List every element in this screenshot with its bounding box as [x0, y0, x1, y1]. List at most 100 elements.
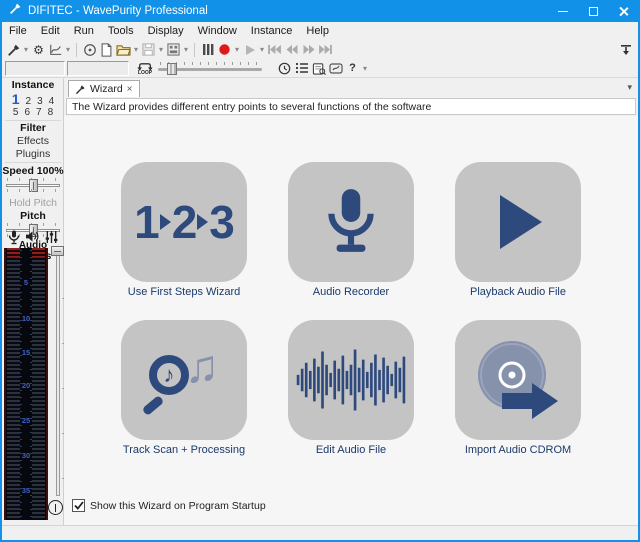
save-file-icon[interactable]	[140, 42, 157, 58]
tab-close-icon[interactable]: ×	[127, 84, 133, 95]
slider-thumb[interactable]	[167, 63, 177, 75]
minimize-icon	[558, 11, 568, 12]
instance-6[interactable]: 6	[24, 107, 30, 118]
toolbar-main: ▾ ⚙ ▾ ▾ ▾ ▾ ▾ ▾	[2, 40, 638, 59]
first-steps-123-icon: 1 2 3	[134, 195, 234, 249]
db-tick: 35	[20, 486, 32, 495]
menu-display[interactable]: Display	[141, 22, 191, 40]
wizard-wand-icon[interactable]	[5, 42, 22, 58]
curve-dropdown-icon[interactable]: ▾	[64, 45, 72, 54]
speed-slider[interactable]	[6, 178, 60, 192]
instance-5[interactable]: 5	[13, 107, 19, 118]
tab-list-dropdown-icon[interactable]: ▾	[627, 82, 632, 93]
meter-right-channel	[32, 248, 45, 520]
edit-audio-button[interactable]	[288, 320, 414, 440]
meter-red-zone	[32, 248, 45, 257]
menu-file[interactable]: File	[2, 22, 34, 40]
status-bar	[2, 525, 638, 540]
hold-pitch-label: Hold Pitch	[2, 197, 64, 209]
instance-2[interactable]: 2	[26, 96, 32, 107]
maximize-button[interactable]	[578, 0, 608, 22]
tab-wizard[interactable]: Wizard ×	[68, 80, 140, 97]
instance-4[interactable]: 4	[49, 96, 55, 107]
speaker-device-icon[interactable]	[25, 230, 40, 248]
playlist-icon[interactable]	[293, 60, 310, 76]
first-steps-wizard-label: Use First Steps Wizard	[128, 286, 240, 298]
wizard-description: The Wizard provides different entry poin…	[66, 98, 636, 115]
startup-checkbox-label: Show this Wizard on Program Startup	[90, 500, 266, 512]
import-cdrom-label: Import Audio CDROM	[465, 444, 571, 456]
tab-wizard-label: Wizard	[90, 83, 123, 95]
minimize-button[interactable]	[548, 0, 578, 22]
menu-bar: File Edit Run Tools Display Window Insta…	[2, 22, 638, 40]
menu-help[interactable]: Help	[299, 22, 336, 40]
export-file-icon[interactable]	[165, 42, 182, 58]
batch-stamp-icon[interactable]	[327, 60, 344, 76]
new-file-icon[interactable]	[98, 42, 115, 58]
open-folder-icon[interactable]	[115, 42, 132, 58]
fast-forward-icon[interactable]	[300, 42, 317, 58]
instance-1[interactable]: 1	[12, 91, 20, 107]
title-bar: DIFITEC - WavePurity Professional	[2, 0, 638, 22]
microphone-device-icon[interactable]	[8, 230, 20, 248]
record-icon[interactable]	[216, 42, 233, 58]
record-dropdown-icon[interactable]: ▾	[233, 45, 241, 54]
wizard-panel: 1 2 3 Use First Steps Wizard	[64, 116, 638, 525]
meter-power-icon[interactable]	[48, 500, 63, 515]
play-icon[interactable]	[241, 42, 258, 58]
menu-instance[interactable]: Instance	[244, 22, 300, 40]
menu-edit[interactable]: Edit	[34, 22, 67, 40]
cd-disc-icon[interactable]	[81, 42, 98, 58]
rewind-icon[interactable]	[283, 42, 300, 58]
audio-recorder-label: Audio Recorder	[313, 286, 389, 298]
instance-7[interactable]: 7	[36, 107, 42, 118]
audio-recorder-button[interactable]	[288, 162, 414, 282]
menu-run[interactable]: Run	[67, 22, 101, 40]
skip-start-icon[interactable]	[266, 42, 283, 58]
db-tick: 15	[20, 348, 32, 357]
loop-button[interactable]: LOOP	[135, 62, 155, 75]
track-scan-label: Track Scan + Processing	[123, 444, 245, 456]
instance-8[interactable]: 8	[48, 107, 54, 118]
skip-end-icon[interactable]	[317, 42, 334, 58]
play-dropdown-icon[interactable]: ▾	[258, 45, 266, 54]
export-dropdown-icon[interactable]: ▾	[182, 45, 190, 54]
settings-gear-icon[interactable]: ⚙	[30, 42, 47, 58]
menu-tools[interactable]: Tools	[101, 22, 141, 40]
help-button[interactable]: ?	[344, 60, 361, 76]
effects-button[interactable]: Effects	[2, 135, 64, 147]
wizard-cell: ♫ ♪ Track Scan + Processing	[121, 320, 247, 456]
sidebar-divider	[5, 120, 61, 121]
meter-red-zone	[7, 248, 20, 257]
magnifier-note-icon: ♫ ♪	[141, 337, 227, 423]
sidebar-divider	[5, 162, 61, 163]
sidebar: Instance 1 2 3 4 5 6 7 8 Filter Effects …	[2, 78, 64, 525]
startup-checkbox-row[interactable]: Show this Wizard on Program Startup	[72, 499, 266, 512]
wand-icon	[75, 84, 86, 95]
dock-toolbar-icon[interactable]	[617, 42, 634, 58]
plugins-button[interactable]: Plugins	[2, 148, 64, 160]
curve-editor-icon[interactable]	[47, 42, 64, 58]
help-dropdown-icon[interactable]: ▾	[361, 64, 369, 73]
save-dropdown-icon[interactable]: ▾	[157, 45, 165, 54]
log-book-icon[interactable]	[310, 60, 327, 76]
loop-label: LOOP	[138, 71, 152, 75]
wizard-cell: Playback Audio File	[455, 162, 581, 298]
position-slider[interactable]	[158, 61, 262, 76]
menu-window[interactable]: Window	[191, 22, 244, 40]
first-steps-wizard-button[interactable]: 1 2 3	[121, 162, 247, 282]
wizard-cell: Audio Recorder	[288, 162, 414, 298]
instance-3[interactable]: 3	[37, 96, 43, 107]
volume-slider-thumb[interactable]	[51, 246, 64, 256]
import-cdrom-button[interactable]	[455, 320, 581, 440]
open-dropdown-icon[interactable]: ▾	[132, 45, 140, 54]
clock-icon[interactable]	[276, 60, 293, 76]
track-scan-button[interactable]: ♫ ♪	[121, 320, 247, 440]
speed-label: Speed 100%	[2, 165, 64, 177]
pause-icon[interactable]	[199, 42, 216, 58]
wizard-dropdown-icon[interactable]: ▾	[22, 45, 30, 54]
startup-checkbox[interactable]	[72, 499, 85, 512]
volume-slider-track[interactable]	[56, 250, 60, 496]
playback-audio-button[interactable]	[455, 162, 581, 282]
close-button[interactable]	[608, 0, 638, 22]
